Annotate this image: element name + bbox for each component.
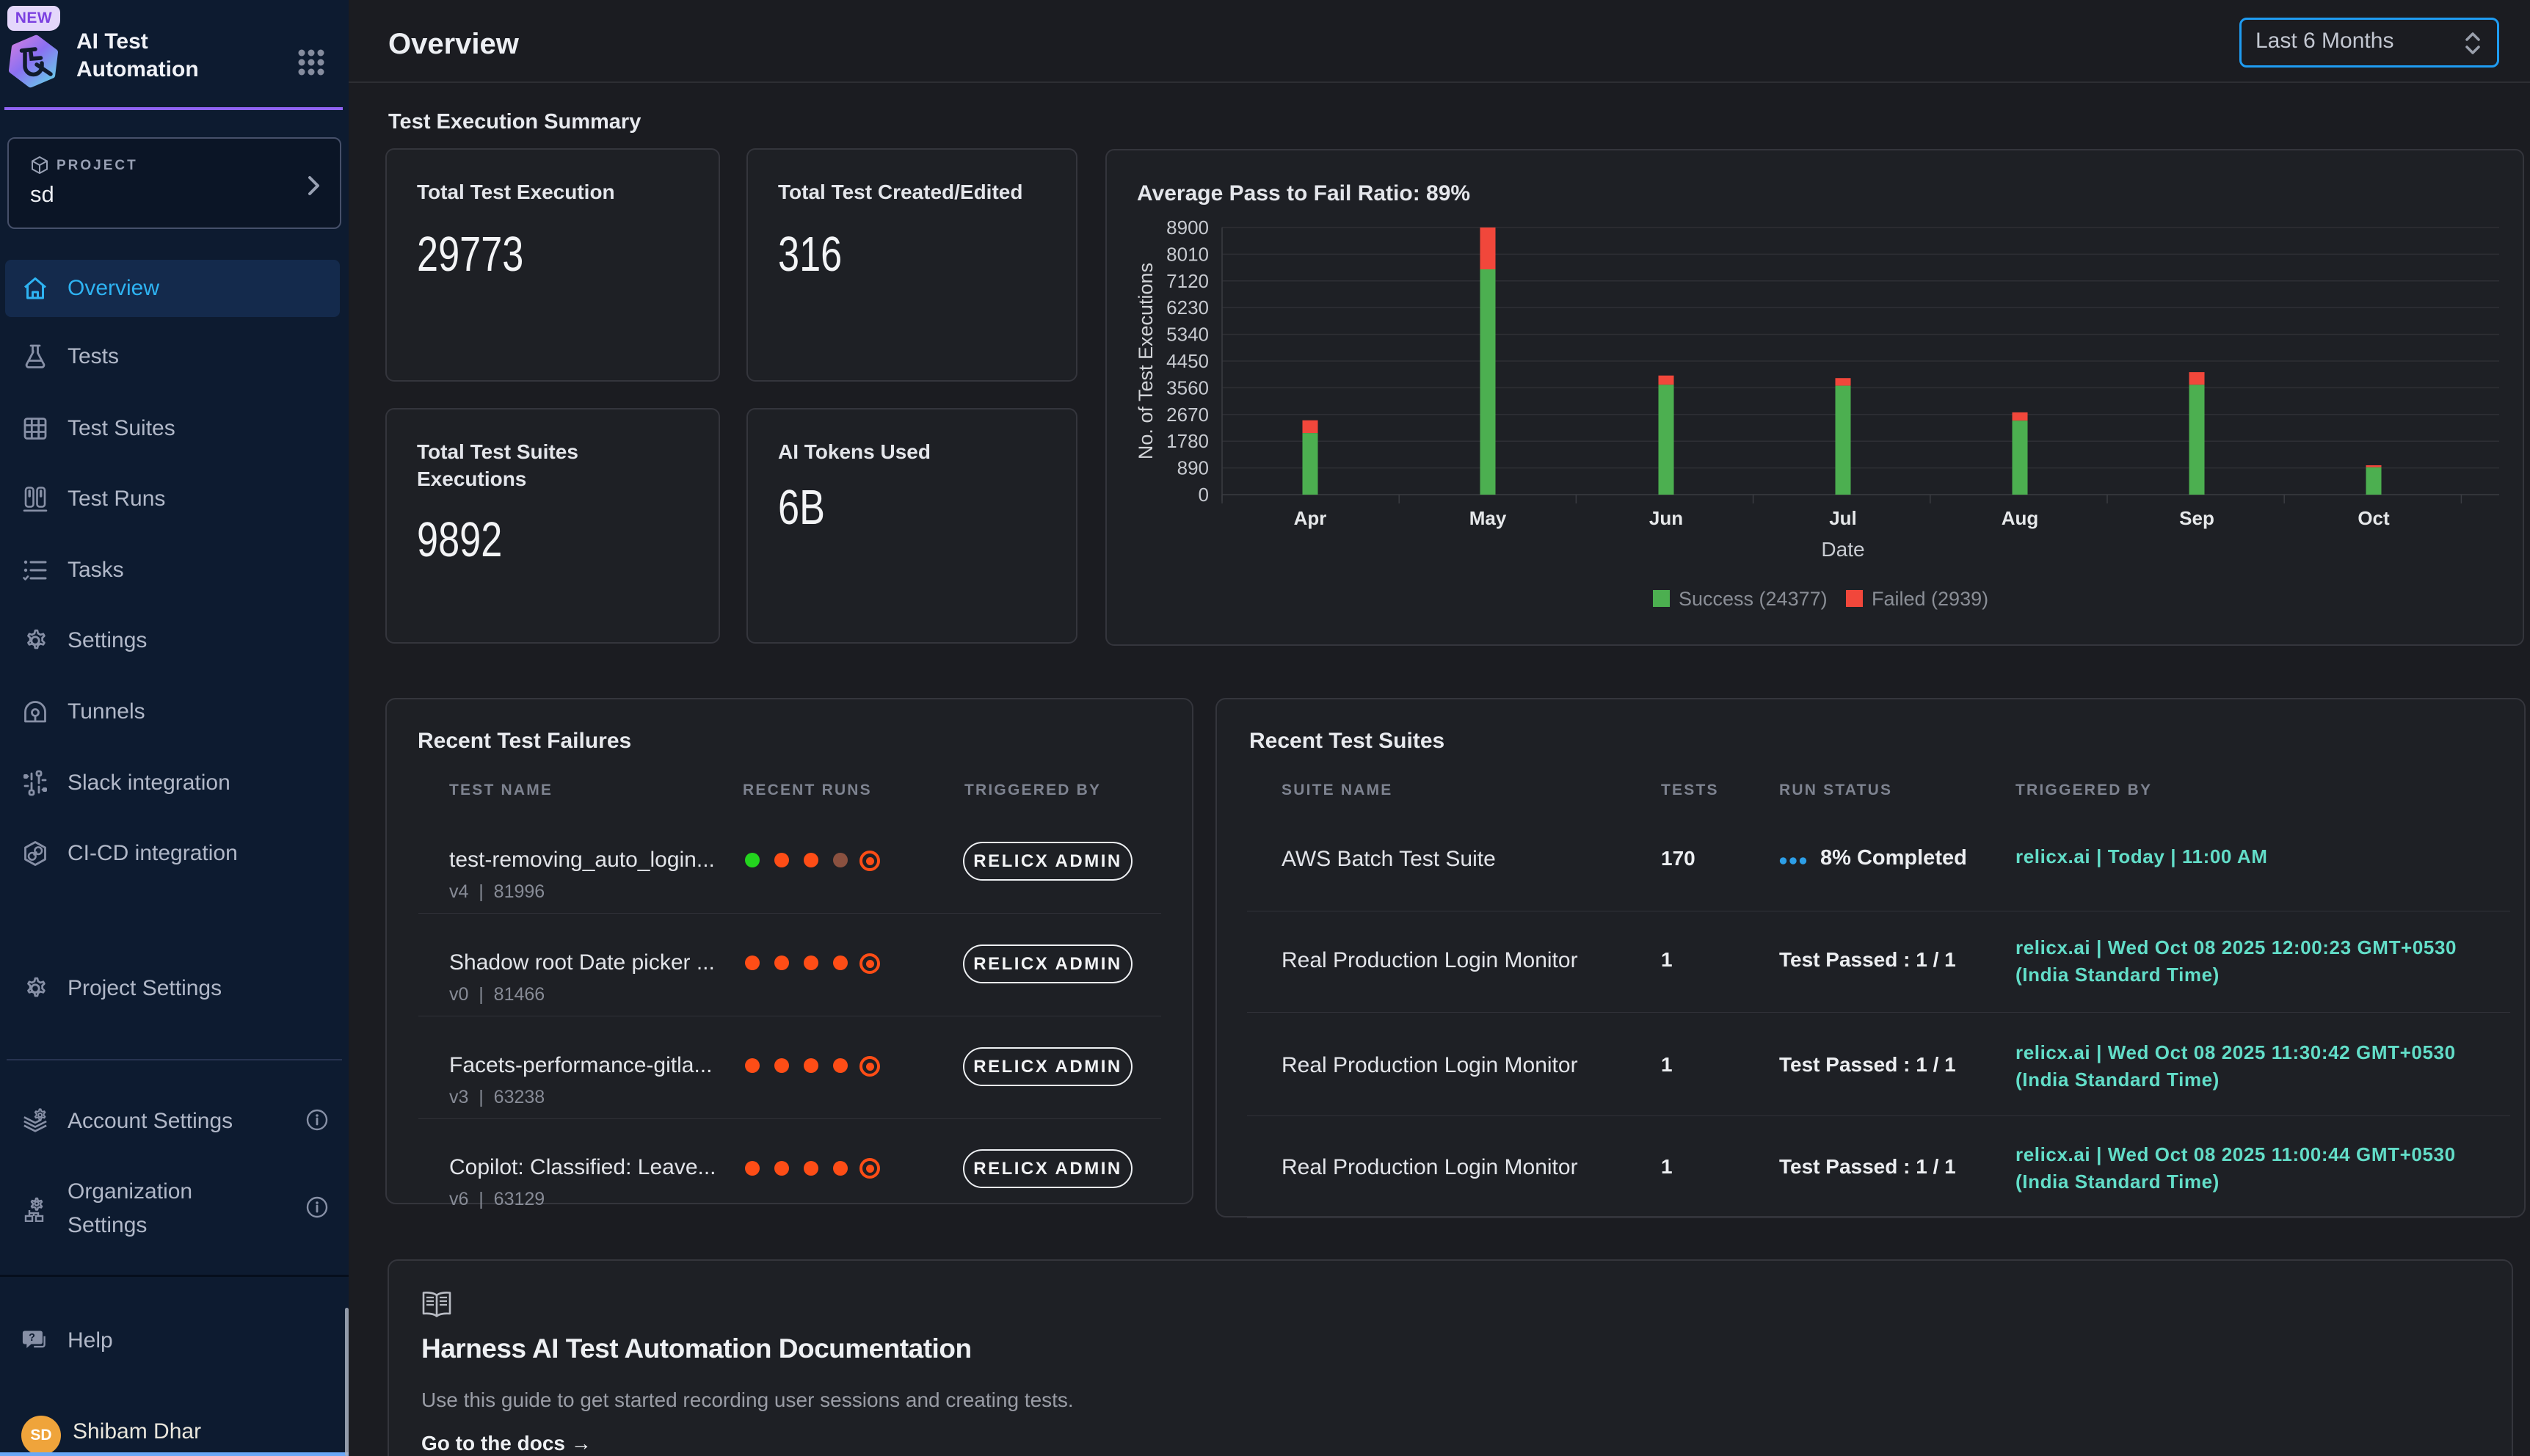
svg-text:Jun: Jun [1649, 507, 1683, 529]
svg-text:Failed (2939): Failed (2939) [1872, 588, 1988, 610]
svg-text:Aug: Aug [2002, 507, 2039, 529]
svg-text:0: 0 [1199, 484, 1209, 506]
svg-text:Oct: Oct [2358, 507, 2390, 529]
svg-text:7120: 7120 [1166, 270, 1209, 292]
svg-text:Jul: Jul [1829, 507, 1857, 529]
svg-text:6230: 6230 [1166, 296, 1209, 318]
svg-text:2670: 2670 [1166, 404, 1209, 426]
svg-text:May: May [1469, 507, 1507, 529]
svg-text:Apr: Apr [1294, 507, 1327, 529]
svg-text:890: 890 [1177, 457, 1209, 479]
svg-text:4450: 4450 [1166, 350, 1209, 372]
svg-text:1780: 1780 [1166, 430, 1209, 452]
svg-text:Date: Date [1821, 538, 1864, 561]
svg-text:Sep: Sep [2179, 507, 2214, 529]
svg-text:No. of Test Executions: No. of Test Executions [1135, 263, 1157, 459]
svg-text:5340: 5340 [1166, 324, 1209, 346]
svg-text:Success (24377): Success (24377) [1679, 588, 1828, 610]
svg-text:3560: 3560 [1166, 376, 1209, 398]
svg-text:?: ? [29, 1332, 35, 1344]
svg-text:8010: 8010 [1166, 243, 1209, 265]
svg-text:8900: 8900 [1166, 216, 1209, 239]
